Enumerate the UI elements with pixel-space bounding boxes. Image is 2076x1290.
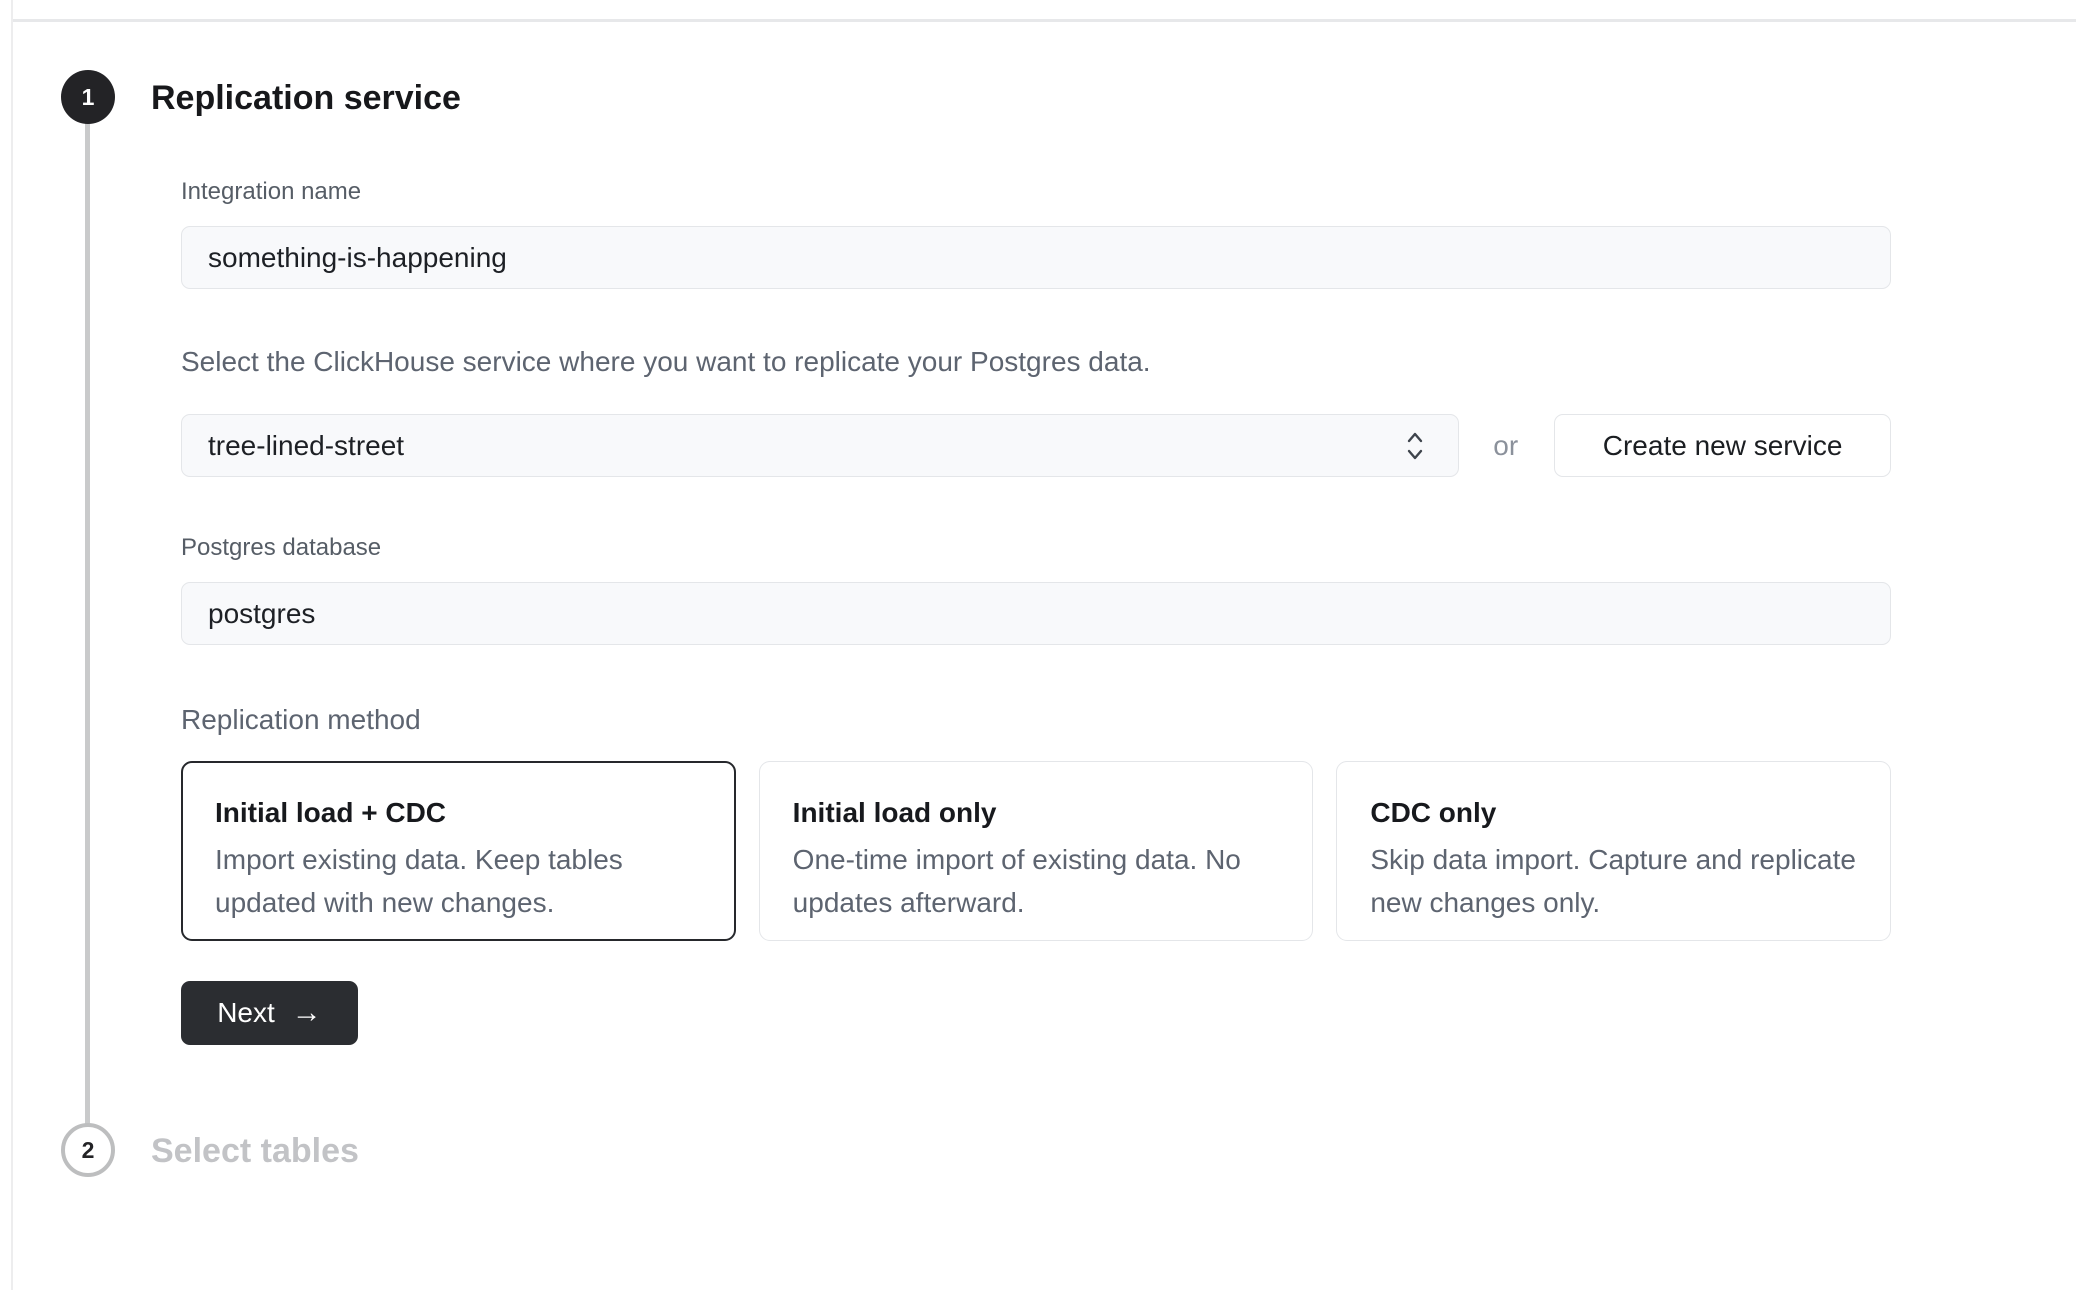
replication-method-card[interactable]: Initial load only One-time import of exi… [759, 761, 1314, 941]
top-divider [13, 19, 2076, 22]
method-card-title: CDC only [1370, 796, 1860, 830]
chevron-up-down-icon [1404, 429, 1426, 463]
step-1-number: 1 [82, 84, 95, 111]
step-2-title: Select tables [151, 1132, 359, 1170]
left-panel-border [11, 0, 13, 1290]
method-card-description: Import existing data. Keep tables update… [215, 838, 705, 924]
service-select-row: tree-lined-street or Create new service [181, 414, 1891, 477]
replication-method-options: Initial load + CDC Import existing data.… [181, 761, 1891, 941]
or-label: or [1493, 430, 1518, 462]
postgres-database-input[interactable] [181, 582, 1891, 645]
arrow-right-icon: → [292, 998, 322, 1028]
service-select[interactable]: tree-lined-street [181, 414, 1459, 477]
replication-method-card[interactable]: Initial load + CDC Import existing data.… [181, 761, 736, 941]
create-new-service-button[interactable]: Create new service [1554, 414, 1891, 477]
next-button[interactable]: Next → [181, 981, 358, 1045]
method-card-description: Skip data import. Capture and replicate … [1370, 838, 1860, 924]
step-2-indicator: 2 [61, 1123, 115, 1177]
method-card-title: Initial load + CDC [215, 796, 705, 830]
integration-name-input[interactable] [181, 226, 1891, 289]
replication-method-label: Replication method [181, 703, 1891, 736]
replication-setup-page: 1 Replication service 2 Select tables In… [0, 0, 2076, 1290]
postgres-database-label: Postgres database [181, 536, 1891, 560]
replication-service-form: Integration name Select the ClickHouse s… [181, 180, 1891, 1045]
step-1-indicator: 1 [61, 70, 115, 124]
step-1-title: Replication service [151, 79, 461, 117]
method-card-description: One-time import of existing data. No upd… [793, 838, 1283, 924]
next-button-label: Next [217, 997, 275, 1029]
method-card-title: Initial load only [793, 796, 1283, 830]
replication-method-card[interactable]: CDC only Skip data import. Capture and r… [1336, 761, 1891, 941]
service-select-value: tree-lined-street [208, 430, 404, 462]
integration-name-label: Integration name [181, 180, 1891, 204]
step-2-number: 2 [82, 1137, 95, 1164]
service-select-description: Select the ClickHouse service where you … [181, 345, 1891, 378]
step-connector-line [85, 122, 90, 1125]
